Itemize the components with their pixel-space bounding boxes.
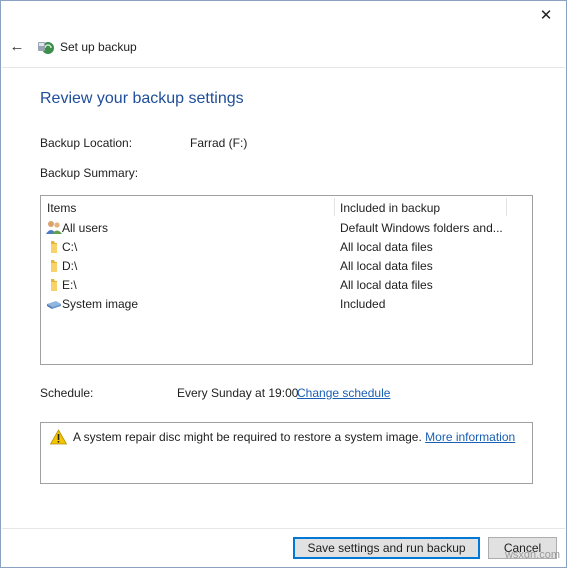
column-divider [334, 198, 335, 216]
column-header-items[interactable]: Items [47, 201, 76, 215]
list-item[interactable]: C:\ All local data files [41, 237, 532, 256]
item-name: C:\ [62, 240, 78, 254]
column-header-included[interactable]: Included in backup [340, 201, 440, 215]
footer-separator [2, 528, 565, 529]
back-arrow-icon[interactable]: ← [10, 38, 25, 55]
list-item[interactable]: All users Default Windows folders and... [41, 218, 532, 237]
setup-backup-window: ✕ ← Set up backup Review your backup set… [0, 0, 567, 568]
item-included: All local data files [340, 259, 433, 273]
watermark: wsxdn.com [504, 549, 560, 561]
warning-panel: A system repair disc might be required t… [40, 422, 533, 484]
drive-folder-icon [51, 260, 57, 272]
item-name: E:\ [62, 278, 77, 292]
close-button[interactable]: ✕ [534, 5, 558, 27]
back-button[interactable]: ← [7, 37, 27, 57]
backup-location-value: Farrad (F:) [190, 136, 248, 150]
save-and-run-button[interactable]: Save settings and run backup [293, 537, 480, 559]
column-divider [506, 198, 507, 216]
users-icon [46, 221, 62, 234]
backup-location-label: Backup Location: [40, 136, 133, 150]
close-icon[interactable]: ✕ [540, 7, 553, 24]
warning-icon [50, 429, 67, 445]
list-item[interactable]: E:\ All local data files [41, 275, 532, 294]
warning-message: A system repair disc might be required t… [73, 430, 515, 444]
drive-folder-icon [51, 279, 57, 291]
item-name: All users [62, 221, 109, 235]
page-heading: Review your backup settings [40, 90, 244, 107]
drive-folder-icon [51, 241, 57, 253]
item-included: Included [340, 297, 386, 311]
item-name: D:\ [62, 259, 78, 273]
list-item[interactable]: System image Included [41, 294, 532, 313]
item-included: All local data files [340, 278, 433, 292]
backup-summary-label: Backup Summary: [40, 166, 139, 180]
schedule-value: Every Sunday at 19:00 [177, 386, 299, 400]
system-image-icon [47, 301, 61, 309]
schedule-label: Schedule: [40, 386, 94, 400]
backup-summary-list[interactable]: Items Included in backup All users Defau… [40, 195, 533, 365]
item-name: System image [62, 297, 139, 311]
title-separator [2, 67, 565, 68]
more-information-link[interactable]: More information [425, 430, 515, 444]
item-included: Default Windows folders and... [340, 221, 503, 235]
backup-app-icon [38, 42, 54, 54]
window-title: Set up backup [60, 40, 137, 54]
change-schedule-link[interactable]: Change schedule [297, 386, 390, 400]
warning-text: A system repair disc might be required t… [73, 430, 422, 444]
list-item[interactable]: D:\ All local data files [41, 256, 532, 275]
item-included: All local data files [340, 240, 433, 254]
